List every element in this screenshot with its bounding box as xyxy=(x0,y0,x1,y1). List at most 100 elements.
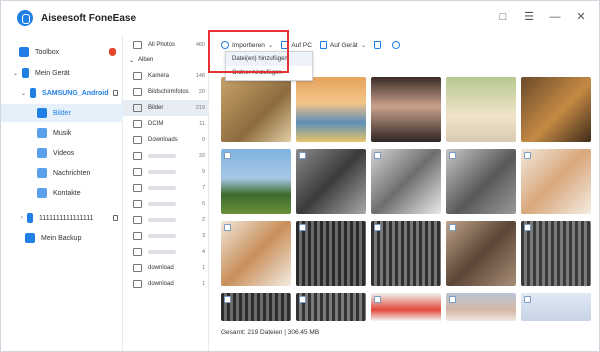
photo-thumbnail[interactable] xyxy=(221,77,291,142)
blurred-label xyxy=(148,250,176,254)
chevron-down-icon: ⌄ xyxy=(360,42,367,49)
sidebar-item-label: Musik xyxy=(53,129,72,137)
photo-thumbnail[interactable] xyxy=(371,221,441,286)
select-checkbox[interactable] xyxy=(374,152,381,159)
photo-thumbnail[interactable] xyxy=(521,77,591,142)
select-checkbox[interactable] xyxy=(449,296,456,303)
message-icon xyxy=(37,168,47,178)
sidebar-item-photos[interactable]: Bilder xyxy=(1,104,123,122)
photo-thumbnail[interactable] xyxy=(446,221,516,286)
album-label: download xyxy=(148,265,174,271)
album-row[interactable]: 7 xyxy=(123,180,209,196)
album-row[interactable]: download 1 xyxy=(123,276,209,292)
album-row[interactable]: 4 xyxy=(123,244,209,260)
sidebar: Toolbox ⌄ Mein Gerät ⌄ SAMSUNG_Android B… xyxy=(1,35,123,351)
select-checkbox[interactable] xyxy=(374,296,381,303)
photo-thumbnail[interactable] xyxy=(296,149,366,214)
album-count: 3 xyxy=(201,233,205,239)
album-count: 0 xyxy=(201,137,205,143)
photo-grid xyxy=(217,73,591,321)
app-title: Aiseesoft FoneEase xyxy=(41,12,137,24)
sidebar-item-messages[interactable]: Nachrichten xyxy=(1,164,123,182)
refresh-button[interactable] xyxy=(392,41,403,49)
album-all-photos[interactable]: All Photos 460 xyxy=(123,37,209,53)
album-label: Downloads xyxy=(148,137,178,143)
album-row[interactable]: download 1 xyxy=(123,260,209,276)
export-device-label: Auf Gerät xyxy=(329,41,358,49)
music-icon xyxy=(37,128,47,138)
album-row[interactable]: 3 xyxy=(123,228,209,244)
sidebar-item-toolbox[interactable]: Toolbox xyxy=(1,43,123,61)
photo-icon xyxy=(133,248,142,256)
sidebar-item-my-device[interactable]: ⌄ Mein Gerät xyxy=(1,64,123,82)
select-checkbox[interactable] xyxy=(224,152,231,159)
sidebar-item-device-2[interactable]: › 1111111111111111 xyxy=(1,209,123,227)
flame-icon xyxy=(109,48,116,56)
photo-thumbnail[interactable] xyxy=(221,149,291,214)
album-label: Bildschirmfotos xyxy=(148,89,189,95)
sidebar-item-contacts[interactable]: Kontakte xyxy=(1,184,123,202)
photo-icon xyxy=(133,200,142,208)
delete-button[interactable] xyxy=(374,41,384,49)
album-list: All Photos 460 ⌄ Alben Kamera 148 Bildsch… xyxy=(123,35,209,351)
select-checkbox[interactable] xyxy=(299,152,306,159)
chevron-down-icon: ⌄ xyxy=(21,90,27,97)
photo-thumbnail[interactable] xyxy=(446,149,516,214)
albums-header[interactable]: ⌄ Alben xyxy=(123,52,209,68)
select-checkbox[interactable] xyxy=(299,224,306,231)
photo-thumbnail[interactable] xyxy=(296,221,366,286)
photo-thumbnail[interactable] xyxy=(521,221,591,286)
sidebar-item-samsung[interactable]: ⌄ SAMSUNG_Android xyxy=(1,84,123,102)
photo-thumbnail[interactable] xyxy=(446,293,516,321)
minimize-icon[interactable]: — xyxy=(549,11,561,23)
export-to-device-button[interactable]: Auf Gerät ⌄ xyxy=(319,41,367,49)
photo-icon xyxy=(133,88,142,96)
select-checkbox[interactable] xyxy=(374,224,381,231)
photo-thumbnail[interactable] xyxy=(521,293,591,321)
album-label: Bilder xyxy=(148,105,164,111)
select-checkbox[interactable] xyxy=(524,224,531,231)
blurred-label xyxy=(148,234,176,238)
photo-thumbnail[interactable] xyxy=(521,149,591,214)
sidebar-item-label: 1111111111111111 xyxy=(39,214,94,222)
select-checkbox[interactable] xyxy=(224,224,231,231)
select-checkbox[interactable] xyxy=(299,296,306,303)
sidebar-item-label: Videos xyxy=(53,149,75,157)
album-row[interactable]: 2 xyxy=(123,212,209,228)
lock-icon xyxy=(113,90,118,96)
album-row[interactable]: Downloads 0 xyxy=(123,132,209,148)
photo-thumbnail[interactable] xyxy=(371,293,441,321)
album-row[interactable]: Bildschirmfotos 20 xyxy=(123,84,209,100)
album-row[interactable]: 5 xyxy=(123,196,209,212)
photo-thumbnail[interactable] xyxy=(221,293,291,321)
select-checkbox[interactable] xyxy=(524,296,531,303)
photo-icon xyxy=(133,216,142,224)
blurred-label xyxy=(148,218,176,222)
album-row[interactable]: Bilder 219 xyxy=(123,100,209,116)
album-label: All Photos xyxy=(148,42,176,48)
select-checkbox[interactable] xyxy=(224,296,231,303)
photo-thumbnail[interactable] xyxy=(296,77,366,142)
sidebar-item-backup[interactable]: Mein Backup xyxy=(1,229,123,247)
select-checkbox[interactable] xyxy=(449,224,456,231)
select-checkbox[interactable] xyxy=(524,152,531,159)
photo-thumbnail[interactable] xyxy=(221,221,291,286)
photo-thumbnail[interactable] xyxy=(296,293,366,321)
photo-thumbnail[interactable] xyxy=(371,149,441,214)
sidebar-item-videos[interactable]: Videos xyxy=(1,144,123,162)
feedback-icon[interactable]: □ xyxy=(497,11,509,23)
close-icon[interactable]: ✕ xyxy=(575,11,587,23)
album-row[interactable]: DCIM 11 xyxy=(123,116,209,132)
photo-thumbnail[interactable] xyxy=(446,77,516,142)
select-checkbox[interactable] xyxy=(449,152,456,159)
album-count: 460 xyxy=(195,42,205,48)
album-row[interactable]: Kamera 148 xyxy=(123,68,209,84)
photo-thumbnail[interactable] xyxy=(371,77,441,142)
album-row[interactable]: 33 xyxy=(123,148,209,164)
album-count: 9 xyxy=(201,169,205,175)
album-count: 219 xyxy=(195,105,205,111)
album-row[interactable]: 9 xyxy=(123,164,209,180)
sidebar-item-music[interactable]: Musik xyxy=(1,124,123,142)
trash-icon xyxy=(374,41,382,49)
menu-icon[interactable]: ☰ xyxy=(523,11,535,23)
